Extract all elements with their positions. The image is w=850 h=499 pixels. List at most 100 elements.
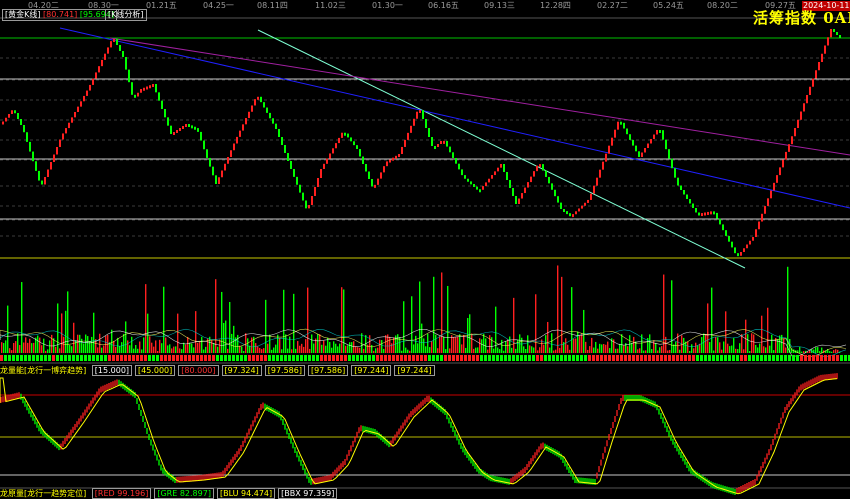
price-bar (737, 253, 739, 257)
price-bar (245, 118, 247, 125)
date-label: 08.20二 (707, 1, 738, 10)
volume-bar (347, 345, 349, 353)
price-bar (440, 141, 442, 144)
volume-strip-cell (388, 355, 391, 361)
volume-bar (531, 346, 533, 353)
price-bar (407, 132, 409, 140)
volume-bar (411, 296, 413, 353)
price-bar (785, 151, 787, 160)
volume-bar (571, 287, 573, 353)
price-bar (116, 39, 118, 45)
price-bar (791, 136, 793, 145)
volume-bar (25, 337, 27, 353)
price-bar (728, 235, 730, 242)
price-bar (278, 129, 280, 137)
volume-bar (381, 340, 383, 353)
price-bar (548, 176, 550, 184)
volume-bar (133, 348, 135, 353)
volume-bar (743, 349, 745, 353)
price-bar (314, 187, 316, 196)
volume-bar (329, 341, 331, 353)
volume-strip-cell (472, 355, 475, 361)
price-bar (488, 178, 490, 183)
volume-bar (637, 349, 639, 353)
indicator-value-1: [45.000] (135, 365, 176, 376)
volume-bar (303, 346, 305, 353)
volume-strip-cell (428, 355, 431, 361)
volume-bar (177, 313, 179, 353)
price-bar (395, 155, 397, 159)
volume-strip-cell (780, 355, 783, 361)
volume-bar (349, 342, 351, 353)
price-bar (113, 39, 115, 42)
volume-strip-cell (764, 355, 767, 361)
volume-bar (33, 342, 35, 353)
volume-bar (527, 335, 529, 353)
volume-bar (525, 349, 527, 353)
volume-strip-cell (76, 355, 79, 361)
price-bar (443, 140, 445, 144)
price-bar (542, 164, 544, 171)
price-bar (317, 178, 319, 187)
volume-bar (639, 348, 641, 353)
date-label: 12.28四 (540, 1, 571, 10)
volume-bar (225, 320, 227, 353)
volume-strip-cell (776, 355, 779, 361)
volume-strip-cell (288, 355, 291, 361)
volume-bar (13, 343, 15, 353)
volume-bar (283, 289, 285, 353)
price-bar (482, 186, 484, 190)
volume-bar (139, 341, 141, 353)
volume-strip-cell (484, 355, 487, 361)
volume-bar (703, 333, 705, 353)
volume-bar (399, 337, 401, 353)
volume-bar (179, 348, 181, 353)
volume-bar (237, 334, 239, 353)
volume-strip-cell (204, 355, 207, 361)
price-bar (260, 96, 262, 103)
volume-strip-cell (712, 355, 715, 361)
volume-bar (463, 334, 465, 353)
volume-strip-cell (344, 355, 347, 361)
volume-bar (511, 347, 513, 353)
volume-bar (585, 341, 587, 353)
volume-bar (659, 347, 661, 353)
volume-bar (581, 333, 583, 353)
price-bar (257, 96, 259, 100)
date-label: 04.20二 (28, 1, 59, 10)
date-label: 01.21五 (146, 1, 177, 10)
volume-strip-cell (756, 355, 759, 361)
volume-strip-cell (628, 355, 631, 361)
volume-bar (43, 338, 45, 353)
price-bar (230, 150, 232, 157)
volume-bar (173, 346, 175, 353)
volume-bar (759, 343, 761, 353)
volume-strip-cell (404, 355, 407, 361)
volume-bar (705, 333, 707, 353)
volume-bar (355, 346, 357, 353)
volume-bar (739, 343, 741, 353)
volume-bar (307, 287, 309, 353)
price-bar (725, 230, 727, 236)
volume-bar (593, 347, 595, 353)
volume-bar (41, 345, 43, 353)
chart-canvas[interactable] (0, 0, 850, 497)
volume-strip-cell (744, 355, 747, 361)
volume-bar (335, 343, 337, 353)
volume-bar (433, 276, 435, 353)
volume-bar (21, 282, 23, 353)
price-bar (38, 170, 40, 181)
volume-bar (507, 339, 509, 353)
volume-strip-cell (784, 355, 787, 361)
volume-strip-cell (604, 355, 607, 361)
volume-bar (657, 350, 659, 353)
volume-bar (339, 343, 341, 353)
volume-strip-cell (348, 355, 351, 361)
price-bar (446, 140, 448, 147)
volume-bar (223, 322, 225, 353)
price-bar (539, 164, 541, 168)
price-bar (182, 126, 184, 129)
volume-bar (439, 336, 441, 353)
volume-strip-cell (312, 355, 315, 361)
volume-strip-cell (264, 355, 267, 361)
